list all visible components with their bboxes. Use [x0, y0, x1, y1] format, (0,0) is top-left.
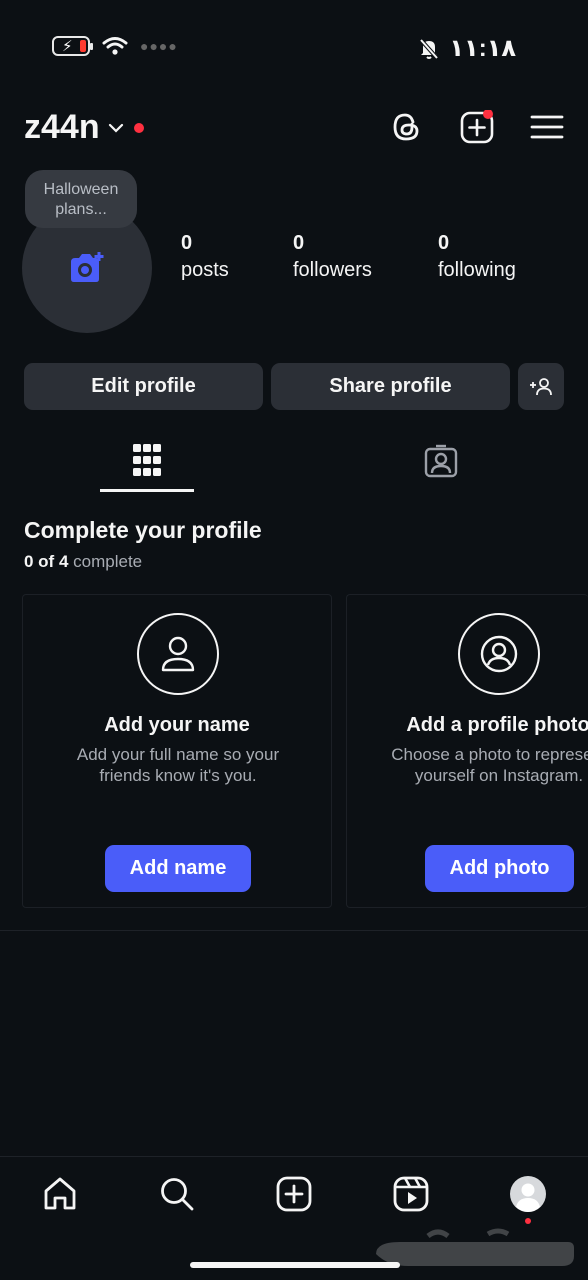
stat-label: posts: [181, 259, 229, 281]
threads-icon[interactable]: [389, 110, 423, 144]
card-title: Add a profile photo: [406, 714, 588, 736]
profile-circle-icon: [458, 613, 540, 695]
edit-profile-button[interactable]: Edit profile: [24, 363, 263, 410]
bell-muted-icon: [419, 38, 439, 59]
search-icon[interactable]: [159, 1176, 195, 1212]
home-indicator: [190, 1262, 400, 1268]
stat-value: 0: [293, 232, 305, 254]
stat-followers[interactable]: 0 followers: [293, 230, 372, 284]
add-name-card: Add your name Add your full name so your…: [22, 594, 332, 908]
battery-icon: ⚡: [52, 36, 93, 56]
add-photo-button[interactable]: Add photo: [425, 845, 574, 892]
stat-value: 0: [181, 232, 193, 254]
note-bubble[interactable]: Halloween plans...: [25, 170, 137, 228]
person-icon: [137, 613, 219, 695]
stat-value: 0: [438, 232, 450, 254]
progress-word: complete: [73, 552, 143, 571]
profile-notification-dot: [525, 1218, 531, 1224]
create-icon[interactable]: [460, 110, 494, 144]
username-label: z44n: [24, 108, 100, 146]
grid-tab-icon[interactable]: [133, 444, 161, 476]
card-title: Add your name: [104, 714, 250, 736]
complete-profile-progress: 0 of 4 complete: [24, 552, 142, 572]
profile-avatar[interactable]: [509, 1175, 547, 1213]
clock-time: ١١:١٨: [449, 35, 516, 62]
home-icon[interactable]: [42, 1176, 78, 1212]
create-icon[interactable]: [276, 1176, 312, 1212]
watermark-logo: [376, 1228, 574, 1266]
reels-icon[interactable]: [393, 1176, 429, 1212]
status-bar-right: ١١:١٨: [419, 34, 516, 63]
content-divider: [0, 930, 588, 931]
add-photo-icon: [71, 252, 104, 282]
discover-people-button[interactable]: [518, 363, 564, 410]
stat-label: following: [438, 259, 516, 281]
card-description: Add your full name so your friends know …: [76, 745, 280, 785]
stat-following[interactable]: 0 following: [438, 230, 516, 284]
progress-count: 0 of 4: [24, 552, 69, 571]
nav-divider: [0, 1156, 588, 1157]
add-photo-card: Add a profile photo Choose a photo to re…: [346, 594, 588, 908]
stat-posts[interactable]: 0 posts: [181, 230, 229, 284]
share-profile-button[interactable]: Share profile: [271, 363, 510, 410]
chevron-down-icon: [108, 123, 123, 133]
notification-dot: [133, 122, 144, 133]
active-tab-indicator: [100, 489, 194, 492]
status-bar-left: ⚡ ●●●●: [52, 36, 178, 56]
signal-dots: ●●●●: [140, 38, 178, 54]
wifi-icon: [102, 37, 128, 55]
add-name-button[interactable]: Add name: [105, 845, 251, 892]
stat-label: followers: [293, 259, 372, 281]
menu-icon[interactable]: [530, 110, 564, 144]
add-person-icon: [530, 377, 552, 395]
card-description: Choose a photo to represent yourself on …: [391, 745, 588, 785]
complete-profile-title: Complete your profile: [24, 517, 262, 543]
account-switcher[interactable]: z44n: [24, 108, 144, 147]
note-text: Halloween plans...: [43, 181, 119, 218]
tagged-tab-icon[interactable]: [424, 444, 458, 478]
